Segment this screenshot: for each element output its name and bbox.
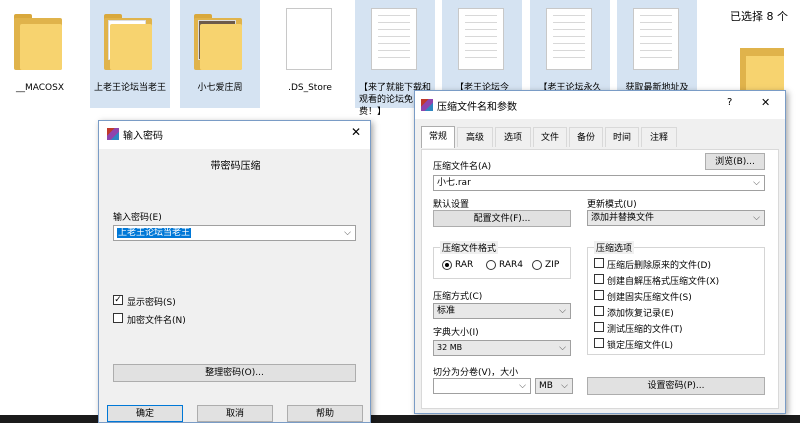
option-label: 创建固实压缩文件(S) — [607, 293, 692, 303]
close-icon[interactable]: ✕ — [761, 96, 770, 109]
archive-name-value: 小七.rar — [437, 178, 471, 188]
file-label: __MACOSX — [15, 83, 64, 93]
update-mode-value: 添加并替换文件 — [591, 213, 655, 223]
file-label: .DS_Store — [288, 83, 332, 93]
profiles-button[interactable]: 配置文件(F)... — [433, 210, 571, 227]
format-zip-label: ZIP — [545, 260, 560, 270]
archive-name-input[interactable]: 小七.rar ⌵ — [433, 175, 765, 191]
encrypt-filenames-label: 加密文件名(N) — [127, 316, 186, 326]
sfx-checkbox[interactable] — [594, 274, 604, 284]
format-zip-radio[interactable] — [532, 260, 542, 270]
method-label: 压缩方式(C) — [433, 292, 483, 302]
winrar-icon — [421, 99, 433, 111]
password-label: 输入密码(E) — [113, 213, 162, 223]
recovery-record-checkbox[interactable] — [594, 306, 604, 316]
help-icon[interactable]: ? — [727, 97, 732, 108]
cancel-button[interactable]: 取消 — [197, 405, 273, 422]
format-rar4-radio[interactable] — [486, 260, 496, 270]
selection-count: 已选择 8 个 — [730, 10, 788, 23]
organize-passwords-button[interactable]: 整理密码(O)... — [113, 364, 356, 382]
help-button[interactable]: 帮助 — [287, 405, 363, 422]
chevron-down-icon[interactable]: ⌵ — [344, 226, 351, 240]
archive-name-label: 压缩文件名(A) — [433, 162, 492, 172]
tab-backup[interactable]: 备份 — [569, 127, 603, 147]
chevron-down-icon[interactable]: ⌵ — [519, 379, 526, 393]
document-icon — [286, 8, 332, 70]
delete-after-checkbox[interactable] — [594, 258, 604, 268]
document-icon — [371, 8, 417, 70]
chevron-down-icon[interactable]: ⌵ — [559, 341, 566, 355]
dictionary-select[interactable]: 32 MB ⌵ — [433, 340, 571, 356]
file-ds-store[interactable]: .DS_Store — [270, 0, 350, 108]
split-label: 切分为分卷(V)，大小 — [433, 368, 519, 378]
show-password-checkbox[interactable]: ✓ — [113, 295, 123, 305]
ok-button[interactable]: 确定 — [107, 405, 183, 422]
tab-files[interactable]: 文件 — [533, 127, 567, 147]
tab-comment[interactable]: 注释 — [641, 127, 677, 147]
dictionary-label: 字典大小(I) — [433, 328, 479, 338]
split-unit-select[interactable]: MB ⌵ — [535, 378, 573, 394]
format-rar-radio[interactable] — [442, 260, 452, 270]
encrypt-filenames-checkbox[interactable] — [113, 313, 123, 323]
option-label: 创建自解压格式压缩文件(X) — [607, 277, 720, 287]
close-icon[interactable]: ✕ — [351, 125, 361, 139]
options-group: 压缩选项 压缩后删除原来的文件(D) 创建自解压格式压缩文件(X) 创建固实压缩… — [587, 241, 765, 355]
folder-icon — [740, 44, 784, 96]
format-group-label: 压缩文件格式 — [440, 241, 499, 254]
archive-dialog: 压缩文件名和参数 ? ✕ 常规 高级 选项 文件 备份 时间 注释 压缩文件名(… — [414, 90, 786, 414]
tab-advanced[interactable]: 高级 — [457, 127, 493, 147]
update-mode-select[interactable]: 添加并替换文件 ⌵ — [587, 210, 765, 226]
chevron-down-icon[interactable]: ⌵ — [561, 379, 568, 393]
option-label: 测试压缩的文件(T) — [607, 325, 683, 335]
password-value: 上老王论坛当老王 — [117, 228, 192, 238]
format-rar4-label: RAR4 — [499, 260, 524, 270]
title-bar: 压缩文件名和参数 ? ✕ — [415, 91, 785, 119]
dialog-heading: 带密码压缩 — [210, 161, 261, 172]
folder-icon — [194, 14, 242, 70]
folder-xiaoqi[interactable]: 小七爱庄周 — [180, 0, 260, 108]
split-size-input[interactable]: ⌵ — [433, 378, 531, 394]
show-password-label: 显示密码(S) — [127, 298, 176, 308]
option-label: 压缩后删除原来的文件(D) — [607, 261, 711, 271]
split-unit-value: MB — [539, 381, 553, 391]
solid-checkbox[interactable] — [594, 290, 604, 300]
folder-icon — [104, 14, 152, 70]
tab-strip: 常规 高级 选项 文件 备份 时间 注释 — [421, 126, 721, 149]
document-icon — [546, 8, 592, 70]
test-files-checkbox[interactable] — [594, 322, 604, 332]
file-label: 小七爱庄周 — [197, 83, 243, 93]
set-password-button[interactable]: 设置密码(P)... — [587, 377, 765, 395]
title-bar: 输入密码 ✕ — [99, 121, 370, 149]
file-label: 上老王论坛当老王 — [93, 83, 166, 93]
lock-archive-checkbox[interactable] — [594, 338, 604, 348]
format-group: 压缩文件格式 RAR RAR4 ZIP — [433, 241, 571, 279]
winrar-icon — [107, 128, 119, 140]
method-value: 标准 — [437, 306, 456, 316]
password-dialog: 输入密码 ✕ 带密码压缩 输入密码(E) 上老王论坛当老王 ⌵ ✓ 显示密码(S… — [98, 120, 371, 423]
tab-options[interactable]: 选项 — [495, 127, 531, 147]
method-select[interactable]: 标准 ⌵ — [433, 303, 571, 319]
chevron-down-icon[interactable]: ⌵ — [753, 211, 760, 225]
dialog-title: 输入密码 — [123, 131, 163, 142]
password-input[interactable]: 上老王论坛当老王 ⌵ — [113, 225, 356, 241]
options-group-label: 压缩选项 — [594, 241, 635, 254]
browse-button[interactable]: 浏览(B)... — [705, 153, 765, 170]
option-label: 添加恢复记录(E) — [607, 309, 674, 319]
default-settings-label: 默认设置 — [433, 200, 470, 210]
format-rar-label: RAR — [455, 260, 474, 270]
tab-general[interactable]: 常规 — [421, 126, 455, 148]
dictionary-value: 32 MB — [437, 343, 463, 352]
document-icon — [458, 8, 504, 70]
chevron-down-icon[interactable]: ⌵ — [753, 176, 760, 190]
folder-icon — [14, 14, 62, 70]
tab-time[interactable]: 时间 — [605, 127, 639, 147]
dialog-title: 压缩文件名和参数 — [437, 102, 517, 113]
document-icon — [633, 8, 679, 70]
update-mode-label: 更新模式(U) — [587, 200, 637, 210]
folder-macosx[interactable]: __MACOSX — [0, 0, 80, 108]
option-label: 锁定压缩文件(L) — [607, 341, 674, 351]
folder-laowang[interactable]: 上老王论坛当老王 — [90, 0, 170, 108]
chevron-down-icon[interactable]: ⌵ — [559, 304, 566, 318]
